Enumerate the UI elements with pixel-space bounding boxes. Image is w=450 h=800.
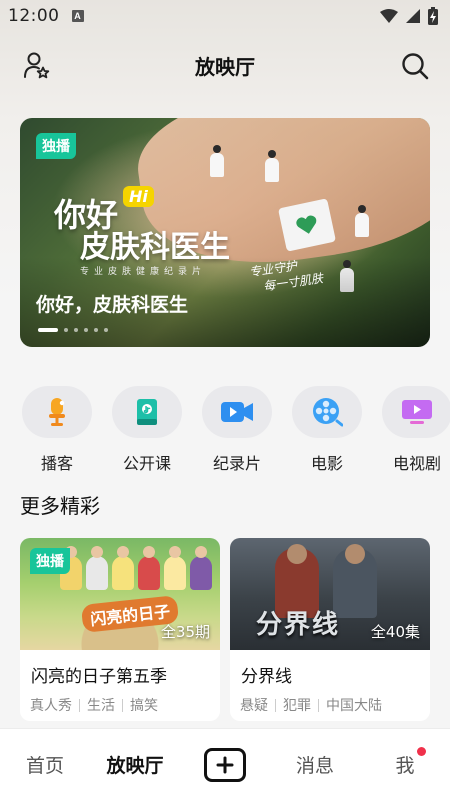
bottom-nav: 首页 放映厅 消息 我 [0, 728, 450, 800]
doctor-figure [265, 150, 279, 182]
exclusive-badge: 独播 [30, 548, 70, 574]
banner-logo-line2: 皮肤科医生 [80, 230, 230, 265]
category-label: 电视剧 [392, 454, 441, 473]
pagination-dot[interactable] [64, 328, 68, 332]
nav-messages[interactable]: 消息 [270, 751, 360, 778]
section-title: 更多精彩 [20, 494, 100, 518]
doctor-figure [355, 205, 369, 237]
cast-illustration [60, 546, 212, 590]
nav-create[interactable] [180, 747, 270, 782]
tag: 真人秀 [30, 698, 72, 714]
show-logo: 分界线 [256, 610, 341, 640]
tag: 犯罪 [283, 698, 311, 714]
notification-icon: A [71, 10, 84, 22]
status-time: 12:00 [8, 6, 60, 26]
book-icon [112, 386, 182, 438]
show-thumbnail: 闪亮的日子 独播 全35期 [20, 538, 220, 650]
tag: 悬疑 [240, 698, 268, 714]
show-thumbnail: 分界线 全40集 [230, 538, 430, 650]
nav-me-label: 我 [395, 755, 415, 777]
nav-theater[interactable]: 放映厅 [90, 751, 180, 778]
category-label: 播客 [40, 454, 73, 473]
user-favorites-icon[interactable] [22, 51, 52, 81]
top-header: 放映厅 [0, 40, 450, 90]
pagination-dot-active[interactable] [38, 328, 58, 332]
tag-divider [318, 698, 319, 712]
pagination-dot[interactable] [84, 328, 88, 332]
category-label: 纪录片 [212, 454, 261, 473]
cast-member [190, 546, 212, 590]
episode-count: 全40集 [370, 623, 420, 641]
category-movie[interactable]: 电影 [292, 386, 362, 476]
hero-banner[interactable]: 独播 你好 Hi 皮肤科医生 专业皮肤健康纪录片 专业守护 每一寸肌肤 你好，皮… [20, 118, 430, 347]
banner-logo-hi: Hi [123, 186, 154, 207]
tag-divider [79, 698, 80, 712]
show-card[interactable]: 闪亮的日子 独播 全35期 闪亮的日子第五季 真人秀 生活 搞笑 [20, 538, 220, 721]
signal-icon [406, 9, 420, 23]
nav-me[interactable]: 我 [360, 747, 450, 778]
cast-member [164, 546, 186, 590]
tag-divider [275, 698, 276, 712]
tag-divider [122, 698, 123, 712]
card-tags: 悬疑 犯罪 中国大陆 [240, 695, 430, 715]
nav-home[interactable]: 首页 [0, 751, 90, 778]
category-tv-series[interactable]: 电视剧 [382, 386, 450, 476]
pagination-dot[interactable] [74, 328, 78, 332]
category-row: 播客 公开课 纪录片 电影 电视剧 [0, 386, 450, 476]
notification-dot [417, 747, 426, 756]
banner-caption: 你好，皮肤科医生 [36, 294, 189, 316]
tag: 中国大陆 [326, 698, 382, 714]
episode-count: 全35期 [160, 623, 210, 641]
wifi-icon [380, 9, 398, 23]
exclusive-badge: 独播 [36, 133, 76, 159]
pagination-dot[interactable] [94, 328, 98, 332]
cast-member [138, 546, 160, 590]
tag: 搞笑 [130, 698, 158, 714]
category-open-course[interactable]: 公开课 [112, 386, 182, 476]
tv-icon [382, 386, 450, 438]
category-podcast[interactable]: 播客 [22, 386, 92, 476]
card-tags: 真人秀 生活 搞笑 [30, 695, 220, 715]
pagination-dot[interactable] [104, 328, 108, 332]
doctor-figure [210, 145, 224, 177]
microphone-icon [22, 386, 92, 438]
page-title: 放映厅 [195, 54, 255, 79]
cast-member [86, 546, 108, 590]
cast-member [112, 546, 134, 590]
category-label: 电影 [310, 454, 343, 473]
card-title: 分界线 [241, 667, 292, 687]
category-documentary[interactable]: 纪录片 [202, 386, 272, 476]
video-camera-icon [202, 386, 272, 438]
tag: 生活 [87, 698, 115, 714]
battery-icon [428, 7, 438, 25]
film-reel-icon [292, 386, 362, 438]
status-bar: 12:00 A [0, 0, 450, 32]
banner-pagination[interactable] [38, 328, 108, 332]
plus-icon[interactable] [204, 747, 246, 782]
banner-logo-subtitle: 专业皮肤健康纪录片 [80, 267, 207, 277]
category-label: 公开课 [122, 454, 171, 473]
card-title: 闪亮的日子第五季 [31, 667, 167, 687]
search-icon[interactable] [400, 51, 430, 81]
show-card[interactable]: 分界线 全40集 分界线 悬疑 犯罪 中国大陆 [230, 538, 430, 721]
